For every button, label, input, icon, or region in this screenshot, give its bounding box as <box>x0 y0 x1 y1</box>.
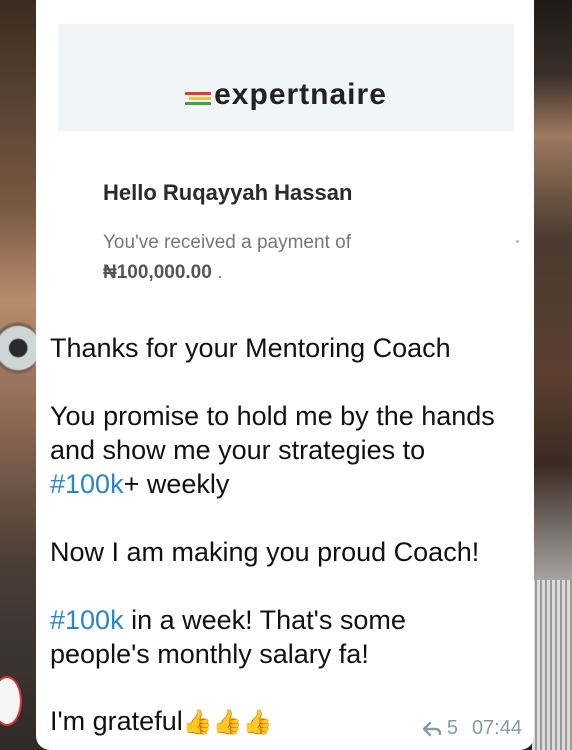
payment-amount: ₦100,000.00 <box>103 262 212 283</box>
reply-icon[interactable] <box>421 720 443 738</box>
message-text: + weekly <box>123 469 230 499</box>
message-line: #100k in a week! That's some <box>50 603 406 637</box>
message-line: and show me your strategies to <box>50 435 426 465</box>
message-line: Now I am making you proud Coach! <box>50 537 480 567</box>
background-logo <box>0 676 22 726</box>
amount-suffix: . <box>211 262 223 283</box>
thumbs-up-icon: 👍👍👍 <box>182 709 273 736</box>
background-photo-right <box>532 0 572 750</box>
reply-count: 5 <box>446 717 458 739</box>
email-received-text: You've received a payment of <box>103 232 351 253</box>
hashtag-link[interactable]: #100k <box>50 469 124 499</box>
decorative-dot <box>516 240 519 243</box>
message-line: I'm grateful👍👍👍 <box>50 704 272 740</box>
message-meta: 5 07:44 <box>421 717 522 740</box>
email-header-banner: expertnaire <box>58 24 514 131</box>
message-line: You promise to hold me by the hands <box>50 401 495 431</box>
background-photo-left <box>0 0 40 750</box>
logo-mark-icon <box>185 91 212 105</box>
brand-logo: expertnaire <box>58 80 514 110</box>
background-shirt <box>532 580 572 750</box>
message-line: people's monthly salary fa! <box>50 639 369 669</box>
hashtag-link[interactable]: #100k <box>50 605 124 635</box>
message-bubble[interactable]: expertnaire Hello Ruqayyah Hassan You've… <box>36 0 534 750</box>
message-text: I'm grateful <box>50 706 183 736</box>
background-eye <box>0 318 38 378</box>
email-greeting: Hello Ruqayyah Hassan <box>103 180 353 205</box>
message-text: in a week! That's some <box>123 605 406 635</box>
brand-name: expertnaire <box>214 78 387 111</box>
email-amount: ₦100,000.00 . <box>103 262 222 284</box>
message-time: 07:44 <box>471 717 522 739</box>
message-line: Thanks for your Mentoring Coach <box>50 333 451 363</box>
message-line: #100k+ weekly <box>50 467 229 501</box>
